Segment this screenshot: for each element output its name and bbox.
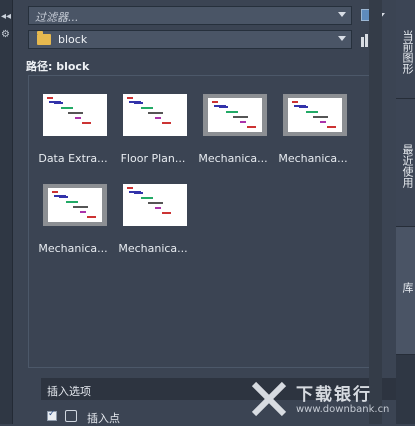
insert-point-icon (65, 410, 77, 422)
block-thumbnail (43, 94, 107, 136)
block-thumbnail (43, 184, 107, 226)
block-tile[interactable]: Mechanica... (273, 80, 353, 165)
block-thumbnail (283, 94, 347, 136)
right-tab-strip: 当前图形 最近使用 库 (396, 0, 415, 424)
tab-recent-label: 最近使用 (401, 144, 414, 188)
folder-value: block (58, 33, 88, 46)
block-name: Mechanica... (118, 242, 188, 255)
tab-current-drawing-label: 当前图形 (401, 30, 414, 74)
tab-current-drawing[interactable]: 当前图形 (396, 0, 415, 99)
watermark-url: www.downbank.cn (296, 404, 390, 415)
filter-placeholder: 过滤器... (35, 11, 79, 24)
block-tile[interactable]: Data Extra... (33, 80, 113, 165)
folder-select[interactable]: block (28, 30, 352, 49)
block-name: Data Extra... (38, 152, 108, 165)
collapse-icon[interactable]: ◂◂ (1, 12, 11, 22)
settings-icon[interactable]: ⚙ (1, 30, 10, 40)
left-toolbar: ◂◂ ⚙ (0, 0, 13, 424)
block-tile[interactable]: Mechanica... (193, 80, 273, 165)
watermark: 下载银行 www.downbank.cn (250, 378, 400, 422)
block-thumbnail (123, 184, 187, 226)
block-name: Mechanica... (38, 242, 108, 255)
block-tile[interactable]: Mechanica... (33, 170, 113, 255)
block-tile[interactable]: Mechanica... (113, 170, 193, 255)
chevron-down-icon[interactable] (338, 36, 346, 41)
tab-library-label: 库 (401, 282, 414, 293)
watermark-brand: 下载银行 (296, 385, 372, 405)
blocks-palette: 过滤器... block 路径: block Data Extra... Floo… (13, 0, 396, 425)
block-tile[interactable]: Floor Plan... (113, 80, 193, 165)
block-name: Mechanica... (278, 152, 348, 165)
insert-options-title: 插入选项 (47, 385, 91, 398)
filter-input[interactable]: 过滤器... (28, 6, 352, 25)
folder-icon (37, 31, 51, 45)
block-name: Floor Plan... (120, 152, 186, 165)
tab-recent[interactable]: 最近使用 (396, 99, 415, 227)
watermark-logo (251, 381, 287, 417)
insert-point-checkbox[interactable] (47, 409, 57, 421)
tab-library[interactable]: 库 (396, 227, 415, 355)
block-thumbnail (203, 94, 267, 136)
block-grid: Data Extra... Floor Plan... Mechanica... Me… (28, 75, 378, 368)
block-name: Mechanica... (198, 152, 268, 165)
chevron-down-icon[interactable] (338, 12, 346, 17)
path-label: 路径: block (26, 60, 90, 73)
scrollbar[interactable] (369, 0, 382, 424)
block-thumbnail (123, 94, 187, 136)
